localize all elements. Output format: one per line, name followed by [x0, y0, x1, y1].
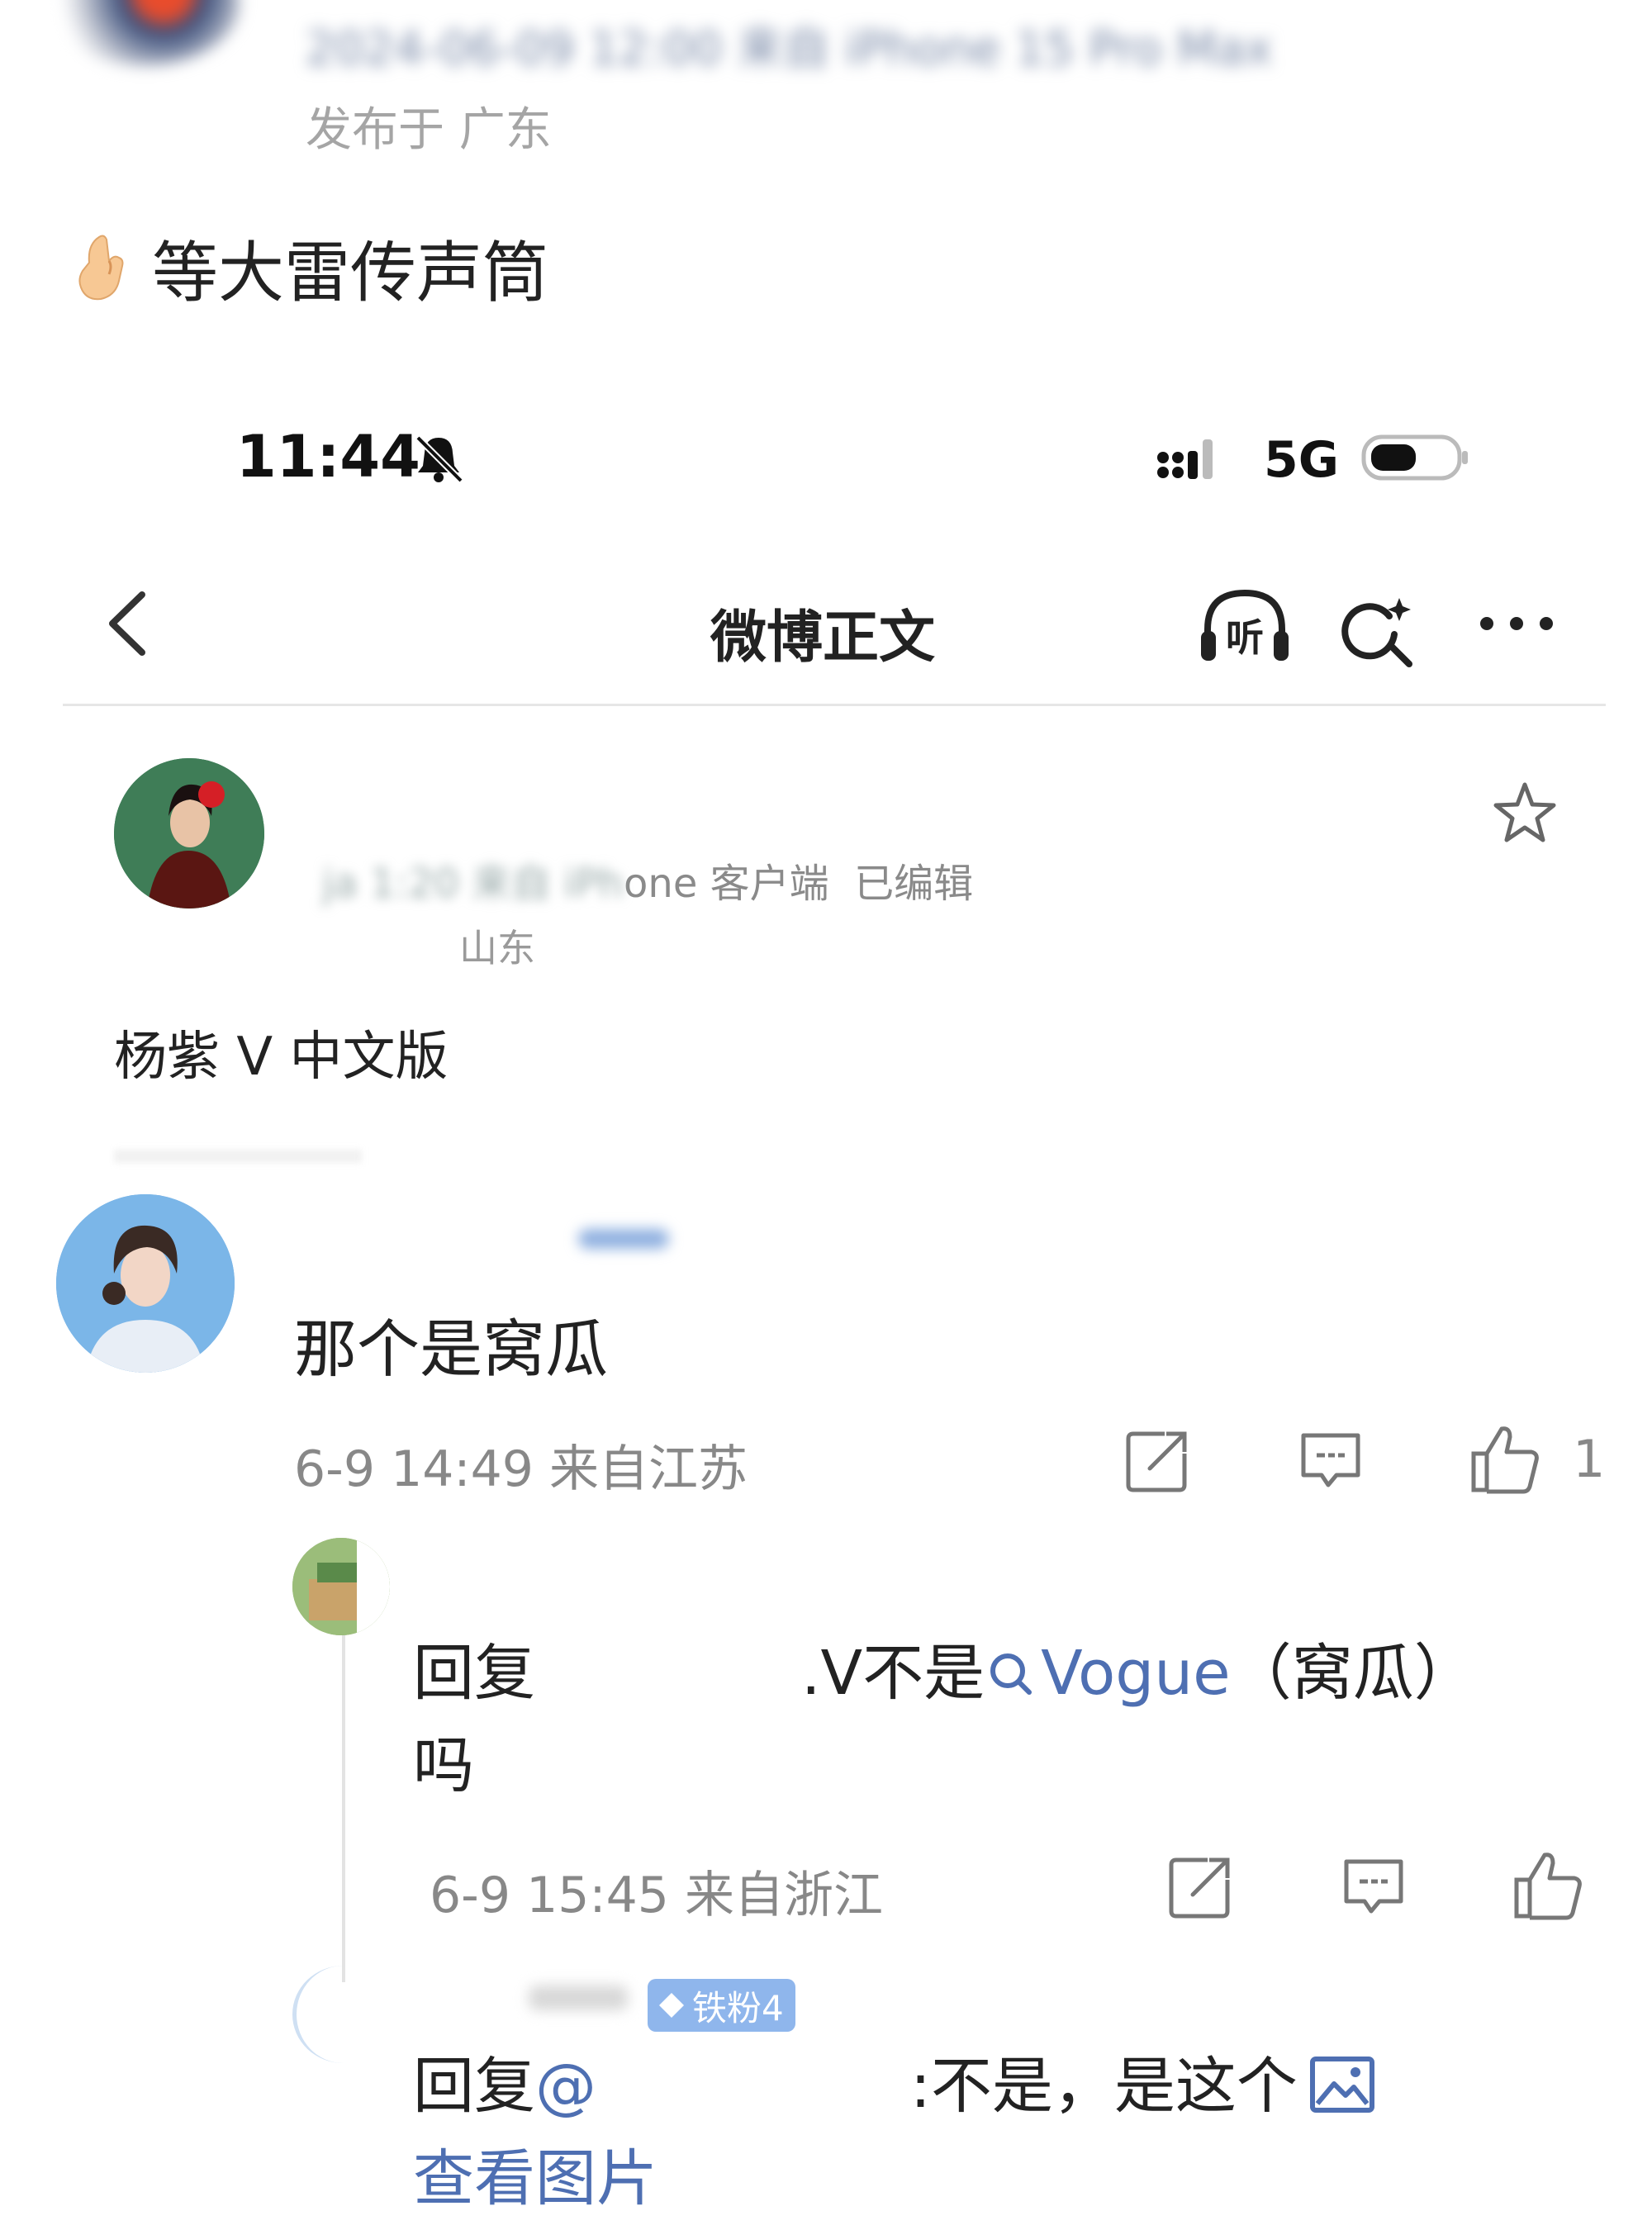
- post-meta: ja 1:20 来自 iPhone 客户端 已编辑: [322, 851, 973, 909]
- reply1-prefix: 回复: [413, 1638, 535, 1709]
- comment-text: 那个是窝瓜: [294, 1312, 608, 1386]
- commenter-name-redacted: [578, 1229, 669, 1249]
- outer-post-text: 等大雷传声筒: [152, 235, 548, 311]
- reply-icon[interactable]: [1340, 1853, 1408, 1921]
- view-image-link[interactable]: 查看图片: [413, 2143, 657, 2214]
- post-text: 杨紫 V 中文版: [114, 1027, 449, 1088]
- like-count: 1: [1573, 1429, 1606, 1489]
- post-author-avatar[interactable]: [114, 758, 264, 909]
- hand-emoji-icon: [78, 235, 124, 301]
- reply2-body: :不是，是这个: [910, 2051, 1298, 2122]
- diamond-icon: [659, 1993, 684, 2018]
- status-time: 11:44: [236, 423, 420, 491]
- fan-badge: 铁粉4: [648, 1979, 795, 2032]
- thread-line: [342, 1635, 345, 1982]
- reply1-avatar[interactable]: [292, 1538, 390, 1635]
- signal-icon: [1157, 439, 1213, 479]
- post-meta-edited: 已编辑: [854, 861, 974, 907]
- avatar-image: [114, 758, 264, 909]
- like-icon[interactable]: [1510, 1847, 1586, 1923]
- avatar-image: [292, 1538, 390, 1635]
- reply1-time: 6-9 15:45 来自浙江: [430, 1867, 884, 1924]
- post-faint-text: [114, 1150, 362, 1163]
- topic-search-icon: [990, 1653, 1032, 1695]
- back-icon[interactable]: [99, 586, 157, 661]
- reply2-prefix: 回复: [413, 2051, 535, 2122]
- reply1-text: 回复 .V不是 Vogue（窝瓜）吗: [413, 1627, 1503, 1812]
- listen-icon[interactable]: 听: [1196, 588, 1294, 664]
- bell-off-icon: [415, 435, 463, 483]
- reply1-mid: .V不是: [801, 1638, 985, 1709]
- reply2-name-redacted: [529, 1985, 628, 2010]
- avatar-image: [56, 1194, 235, 1373]
- search-icon[interactable]: [1338, 591, 1414, 667]
- image-icon[interactable]: [1309, 2056, 1375, 2114]
- more-icon[interactable]: [1477, 611, 1556, 636]
- star-icon[interactable]: [1492, 780, 1558, 846]
- share-icon[interactable]: [1166, 1853, 1234, 1921]
- outer-post-location: 发布于 广东: [306, 103, 552, 157]
- share-icon[interactable]: [1123, 1427, 1191, 1495]
- fan-badge-label: 铁粉4: [692, 1987, 784, 2028]
- battery-icon: [1361, 434, 1468, 481]
- post-meta-client: one 客户端: [624, 861, 829, 907]
- reply-icon[interactable]: [1297, 1427, 1365, 1495]
- comment-time: 6-9 14:49 来自江苏: [294, 1440, 748, 1498]
- network-type: 5G: [1264, 431, 1339, 489]
- reply2-text: 回复@ :不是，是这个查看图片: [413, 2040, 1586, 2225]
- outer-post-avatar[interactable]: [50, 0, 240, 66]
- page-title: 微博正文: [710, 605, 936, 671]
- reply2-mention[interactable]: @: [535, 2051, 596, 2122]
- topic-link[interactable]: Vogue: [1041, 1638, 1231, 1709]
- reply2-avatar[interactable]: [292, 1966, 394, 2063]
- nav-divider: [63, 704, 1606, 706]
- post-location: 山东: [459, 926, 535, 970]
- outer-post-meta: 2024-06-09 12:00 来自 iPhone 15 Pro Max: [306, 22, 1273, 76]
- post-meta-redacted: ja 1:20 来自 iPh: [322, 861, 624, 907]
- like-icon[interactable]: [1467, 1421, 1543, 1497]
- svg-text:听: 听: [1226, 615, 1264, 660]
- commenter-avatar[interactable]: [56, 1194, 235, 1373]
- outer-post-content: 等大雷传声筒: [76, 220, 548, 315]
